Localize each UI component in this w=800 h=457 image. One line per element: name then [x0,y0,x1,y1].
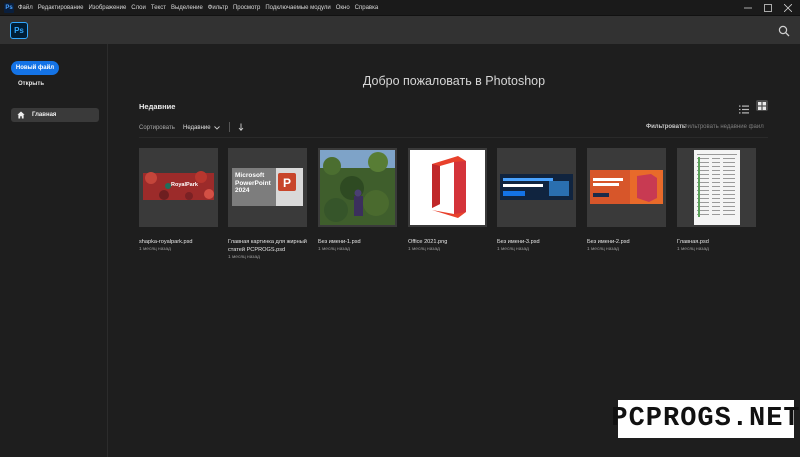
menu-view[interactable]: Просмотр [233,5,260,11]
home-icon [17,111,25,119]
new-file-button[interactable]: Новый файл [11,61,59,75]
file-thumbnail[interactable]: RoyalPark [139,148,218,227]
grid-view-icon[interactable] [756,100,768,111]
menu-bar: Ps Файл Редактирование Изображение Слои … [0,0,800,16]
file-thumbnail[interactable] [408,148,487,227]
sort-dropdown[interactable]: Недавние [183,125,220,131]
sidebar-item-home[interactable]: Главная [11,108,99,122]
file-thumbnail[interactable] [587,148,666,227]
thumbnail-text: RoyalPark [171,182,198,188]
divider [229,122,230,132]
open-button[interactable]: Открыть [18,81,44,87]
sort-label: Сортировать [139,125,175,131]
menu-filter[interactable]: Фильтр [208,5,228,11]
filter-input[interactable] [683,121,768,133]
photoshop-app-icon: Ps [4,2,14,13]
menu-select[interactable]: Выделение [171,5,203,11]
menu-window[interactable]: Окно [336,5,350,11]
search-icon[interactable] [778,24,790,37]
filter-label: Фильтровать [646,124,686,130]
file-date: 1 месяц назад [497,247,529,252]
file-name[interactable]: Без имени-2.psd [587,238,666,246]
menu-edit[interactable]: Редактирование [38,5,84,11]
menu-layers[interactable]: Слои [131,5,146,11]
thumbnail-text: Microsoft PowerPoint 2024 [235,172,271,194]
recent-file-card[interactable]: Без имени-2.psd 1 месяц назад [587,148,666,252]
file-date: 1 месяц назад [677,247,709,252]
file-name[interactable]: Без имени-3.psd [497,238,576,246]
recent-file-card[interactable]: Без имени-3.psd 1 месяц назад [497,148,576,252]
sort-value: Недавние [183,125,211,131]
file-date: 1 месяц назад [139,247,171,252]
menu-plugins[interactable]: Подключаемые модули [265,5,330,11]
menu-help[interactable]: Справка [355,5,379,11]
file-name[interactable]: shapka-royalpark.psd [139,238,218,246]
menu-type[interactable]: Текст [151,5,166,11]
recent-file-card[interactable]: RoyalPark shapka-royalpark.psd 1 месяц н… [139,148,218,252]
recent-file-card[interactable]: Главная.psd 1 месяц назад [677,148,756,252]
photoshop-logo[interactable]: Ps [10,22,28,39]
recent-file-card[interactable]: Без имени-1.psd 1 месяц назад [318,148,397,252]
file-date: 1 месяц назад [318,247,350,252]
file-name[interactable]: Главная картинка для жирный статей PCPRO… [228,238,307,254]
list-view-icon[interactable] [739,101,749,114]
file-date: 1 месяц назад [408,247,440,252]
file-name[interactable]: Главная.psd [677,238,756,246]
welcome-title: Добро пожаловать в Photoshop [362,74,546,88]
file-date: 1 месяц назад [587,247,619,252]
watermark: PCPROGS.NET [611,400,800,438]
file-thumbnail[interactable] [318,148,397,227]
file-name[interactable]: Без имени-1.psd [318,238,397,246]
svg-text:P: P [283,176,291,190]
recent-file-card[interactable]: P Microsoft PowerPoint 2024 Главная карт… [228,148,307,260]
file-thumbnail[interactable]: P Microsoft PowerPoint 2024 [228,148,307,227]
recent-file-card[interactable]: Office 2021.png 1 месяц назад [408,148,487,252]
file-name[interactable]: Office 2021.png [408,238,487,246]
file-thumbnail[interactable] [497,148,576,227]
file-date: 1 месяц назад [228,255,260,260]
left-panel: Новый файл Открыть Главная [0,44,108,457]
app-header: Ps [0,16,800,44]
sidebar-item-label: Главная [32,112,57,118]
menu-image[interactable]: Изображение [88,5,126,11]
sort-direction-icon[interactable] [238,123,244,133]
recent-section-title: Недавние [139,102,176,111]
file-thumbnail[interactable] [677,148,756,227]
close-icon[interactable] [776,0,800,16]
divider [139,137,768,138]
menu-file[interactable]: Файл [18,5,33,11]
chevron-down-icon [213,126,220,130]
